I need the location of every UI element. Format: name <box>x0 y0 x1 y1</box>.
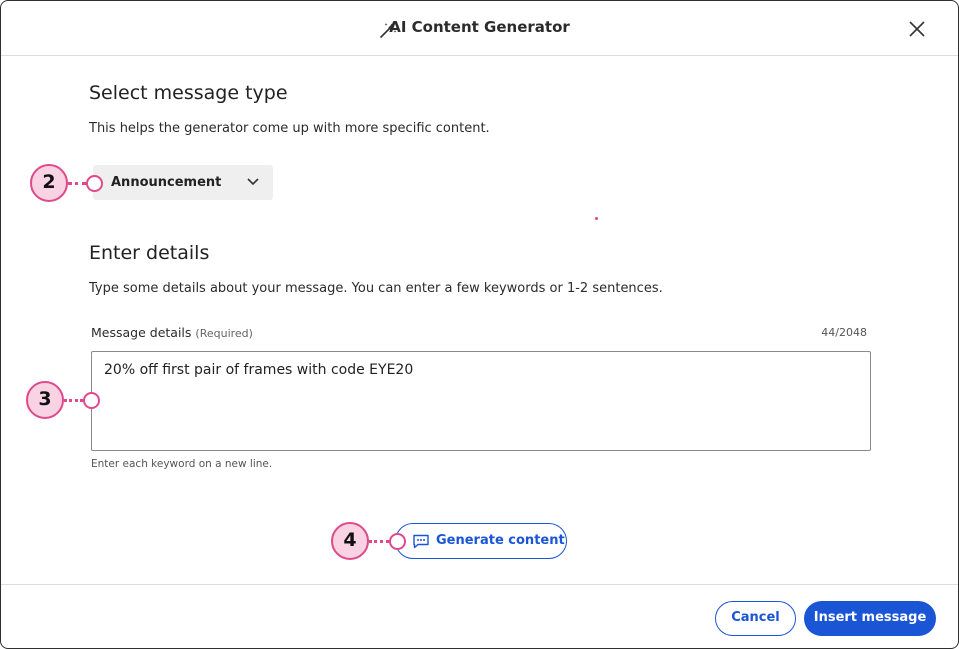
dialog-title: AI Content Generator <box>389 18 570 36</box>
callout-connector <box>64 399 83 402</box>
chat-bubble-icon <box>413 534 429 549</box>
chevron-down-icon <box>247 178 259 186</box>
message-details-hint: Enter each keyword on a new line. <box>91 458 273 470</box>
cancel-button[interactable]: Cancel <box>715 601 796 636</box>
generate-content-button[interactable]: Generate content <box>395 523 567 559</box>
callout-target-ring <box>83 392 100 409</box>
callout-badge: 3 <box>26 381 64 419</box>
callout-badge: 2 <box>30 164 68 202</box>
dialog-header: AI Content Generator <box>1 1 958 56</box>
callout-number: 3 <box>38 388 52 410</box>
close-icon[interactable] <box>906 18 928 40</box>
required-label: (Required) <box>195 327 253 340</box>
message-type-select[interactable]: Announcement <box>93 165 273 200</box>
callout-number: 4 <box>343 529 357 551</box>
marker-dot <box>595 217 598 220</box>
message-details-label: Message details (Required) <box>91 325 253 340</box>
message-type-heading: Select message type <box>89 82 288 104</box>
insert-message-button[interactable]: Insert message <box>804 601 936 636</box>
footer-divider <box>1 584 958 585</box>
insert-message-label: Insert message <box>813 610 927 625</box>
message-type-description: This helps the generator come up with mo… <box>89 121 490 136</box>
ai-content-generator-dialog: AI Content Generator Select message type… <box>0 0 959 649</box>
callout-target-ring <box>86 175 103 192</box>
details-description: Type some details about your message. Yo… <box>89 281 663 296</box>
generate-content-label: Generate content <box>436 533 565 548</box>
details-heading: Enter details <box>89 242 210 264</box>
callout-connector <box>68 182 86 185</box>
message-details-value: 20% off first pair of frames with code E… <box>104 362 414 378</box>
cancel-label: Cancel <box>731 610 780 625</box>
callout-target-ring <box>389 533 406 550</box>
character-counter: 44/2048 <box>821 326 867 339</box>
callout-badge: 4 <box>331 522 369 560</box>
message-type-selected: Announcement <box>111 175 222 190</box>
message-details-textarea[interactable]: 20% off first pair of frames with code E… <box>91 351 871 451</box>
callout-connector <box>369 540 389 543</box>
callout-number: 2 <box>42 171 56 193</box>
message-details-label-text: Message details <box>91 325 192 340</box>
